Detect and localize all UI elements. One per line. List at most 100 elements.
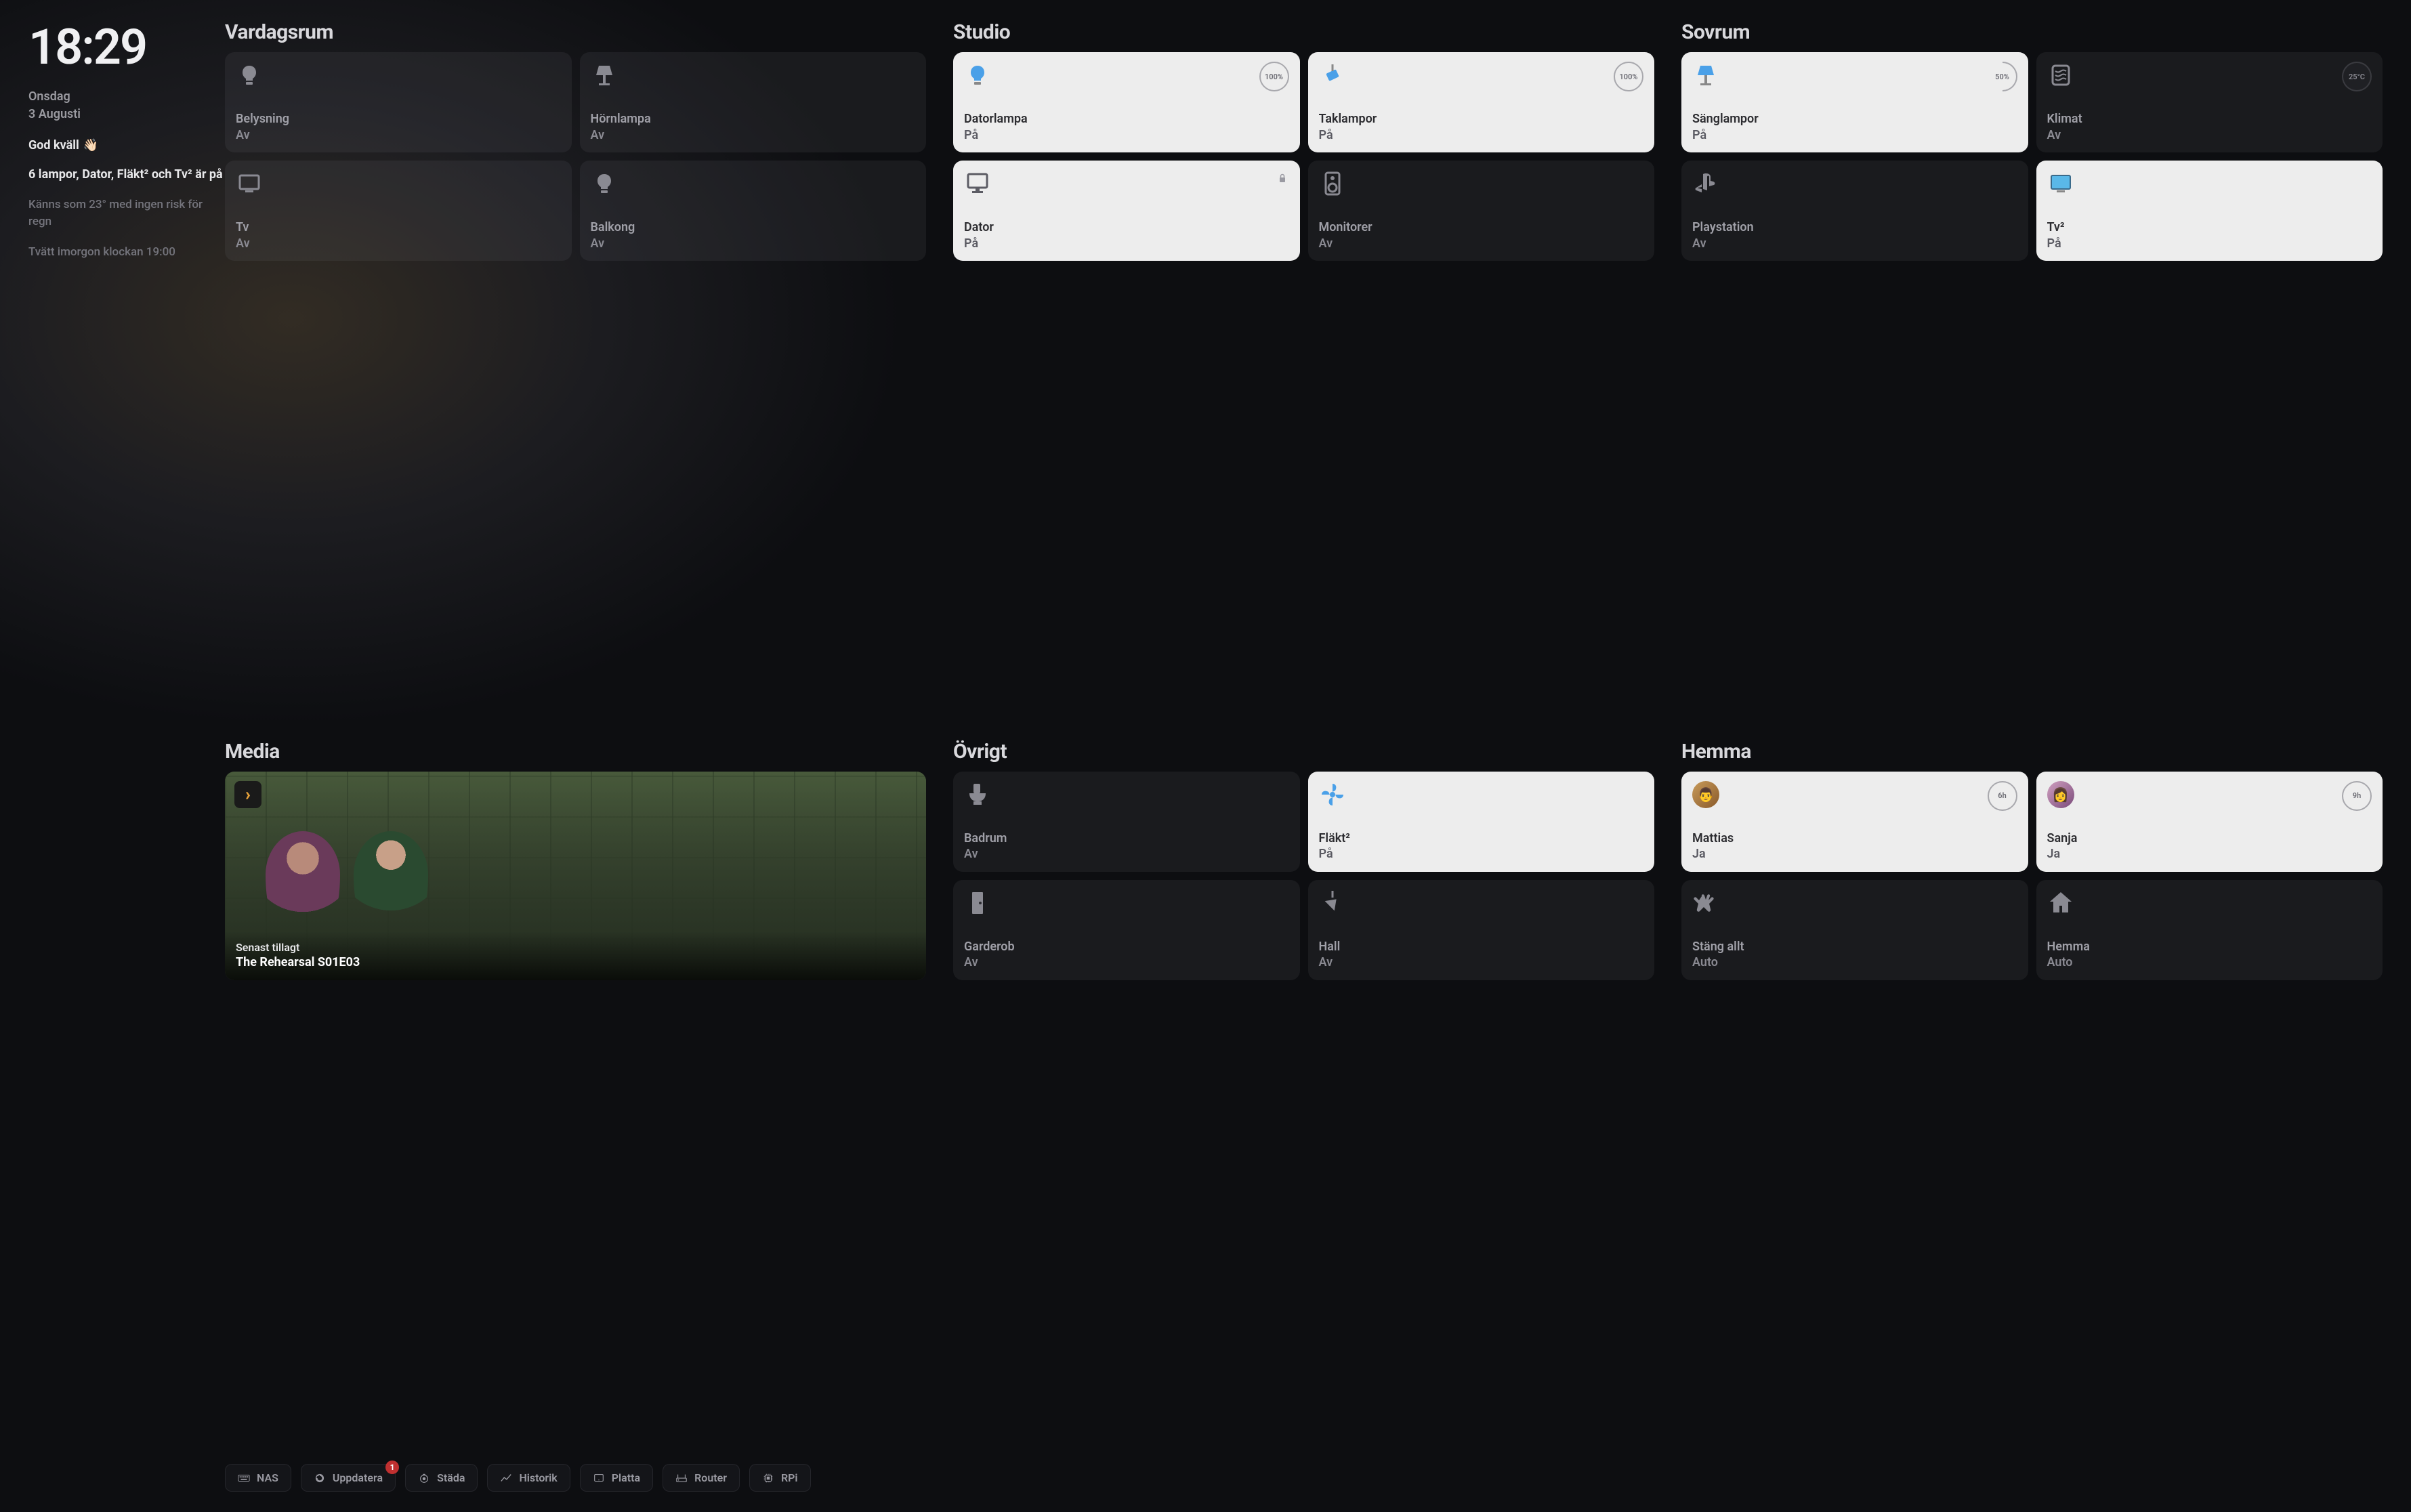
section-title: Sovrum (1681, 20, 2383, 44)
tile-name: Tv² (2047, 219, 2372, 235)
footer-label: Router (694, 1471, 727, 1484)
sidebar: 18:29 Onsdag 3 Augusti God kväll 👋🏻 6 la… (28, 20, 225, 1492)
footer-button-rpi[interactable]: RPi (749, 1464, 811, 1492)
tile-state: På (1319, 127, 1644, 143)
tile-klimat[interactable]: 25°C KlimatAv (2036, 52, 2383, 152)
tile-dator[interactable]: DatorPå (953, 161, 1300, 261)
footer-button-stada[interactable]: Städa (405, 1464, 478, 1492)
tile-state: På (1692, 127, 2017, 143)
tile-hemma-auto[interactable]: HemmaAuto (2036, 880, 2383, 980)
tile-state: Ja (2047, 846, 2372, 862)
footer-button-platta[interactable]: Platta (580, 1464, 653, 1492)
tile-person-sanja[interactable]: 👩 9h SanjaJa (2036, 772, 2383, 872)
spotlight-icon (1319, 62, 1346, 89)
media-card[interactable]: › Senast tillagt The Rehearsal S01E03 (225, 772, 926, 980)
clap-icon (1692, 889, 1719, 917)
footer-button-router[interactable]: Router (663, 1464, 740, 1492)
section-title: Hemma (1681, 740, 2383, 763)
date-day: 3 Augusti (28, 106, 225, 123)
tv-icon (236, 170, 263, 197)
tile-person-mattias[interactable]: 👨 6h MattiasJa (1681, 772, 2028, 872)
reminder: Tvätt imorgon klockan 19:00 (28, 244, 225, 261)
tile-playstation[interactable]: PlaystationAv (1681, 161, 2028, 261)
tile-state: På (964, 127, 1289, 143)
router-icon (675, 1472, 688, 1484)
tile-taklampor[interactable]: 100% TaklamporPå (1308, 52, 1655, 152)
tile-name: Monitorer (1319, 219, 1644, 235)
tile-state: Ja (1692, 846, 2017, 862)
tile-name: Fläkt² (1319, 831, 1644, 846)
tile-state: Auto (1692, 954, 2017, 970)
wave-icon: 👋🏻 (83, 138, 98, 152)
tile-name: Badrum (964, 831, 1289, 846)
tile-belysning[interactable]: BelysningAv (225, 52, 572, 152)
pendant-icon (1319, 889, 1346, 917)
brightness-badge: 100% (1259, 62, 1289, 91)
tile-state: På (964, 236, 1289, 251)
lock-icon (1276, 171, 1289, 185)
section-studio: Studio 100% DatorlampaPå 100% (953, 20, 1654, 726)
tile-name: Hemma (2047, 939, 2372, 954)
date-weekday: Onsdag (28, 88, 225, 106)
tile-name: Playstation (1692, 219, 2017, 235)
footer-button-nas[interactable]: NAS (225, 1464, 291, 1492)
tablet-icon (593, 1472, 605, 1484)
section-media: Media › Senast tillagt The Rehearsal S01… (225, 740, 926, 1446)
footer-label: Historik (519, 1471, 557, 1484)
weather-summary: Känns som 23° med ingen risk för regn (28, 196, 225, 230)
section-vardagsrum: Vardagsrum BelysningAv HörnlampaAv TvAv (225, 20, 926, 726)
lamp-icon (1692, 62, 1719, 89)
tile-grid: 100% DatorlampaPå 100% TaklamporPå (953, 52, 1654, 261)
section-title: Media (225, 740, 926, 763)
toilet-icon (964, 781, 991, 808)
tile-state: Av (964, 846, 1289, 862)
avatar: 👩 (2047, 781, 2074, 808)
tile-garderob[interactable]: GarderobAv (953, 880, 1300, 980)
footer-buttons: NAS Uppdatera 1 Städa Historik Platta (225, 1464, 2383, 1492)
tile-datorlampa[interactable]: 100% DatorlampaPå (953, 52, 1300, 152)
tile-stang-allt[interactable]: Stäng alltAuto (1681, 880, 2028, 980)
tile-monitorer[interactable]: MonitorerAv (1308, 161, 1655, 261)
tile-tv2[interactable]: Tv²På (2036, 161, 2383, 261)
status-summary: 6 lampor, Dator, Fläkt² och Tv² är på (28, 166, 225, 183)
tile-state: Auto (2047, 954, 2372, 970)
tile-badrum[interactable]: BadrumAv (953, 772, 1300, 872)
tile-flakt2[interactable]: Fläkt²På (1308, 772, 1655, 872)
greeting-text: God kväll (28, 138, 79, 152)
playstation-icon (1692, 170, 1719, 197)
sections-grid: Vardagsrum BelysningAv HörnlampaAv TvAv (225, 20, 2383, 1445)
tile-name: Garderob (964, 939, 1289, 954)
footer-button-uppdatera[interactable]: Uppdatera 1 (301, 1464, 396, 1492)
footer-button-historik[interactable]: Historik (487, 1464, 570, 1492)
notification-badge: 1 (385, 1461, 399, 1474)
tile-tv[interactable]: TvAv (225, 161, 572, 261)
tile-name: Datorlampa (964, 111, 1289, 127)
door-icon (964, 889, 991, 917)
tile-state: På (2047, 236, 2372, 251)
fan-icon (1319, 781, 1346, 808)
media-overlay: Senast tillagt The Rehearsal S01E03 (225, 931, 926, 980)
tile-name: Stäng allt (1692, 939, 2017, 954)
section-ovrigt: Övrigt BadrumAv Fläkt²På GarderobAv (953, 740, 1654, 1446)
tile-hall[interactable]: HallAv (1308, 880, 1655, 980)
section-title: Studio (953, 20, 1654, 44)
tile-grid: BadrumAv Fläkt²På GarderobAv HallAv (953, 772, 1654, 980)
tile-state: Av (2047, 127, 2372, 143)
chip-icon (762, 1472, 774, 1484)
climate-icon (2047, 62, 2074, 89)
bulb-icon (236, 62, 263, 89)
keyboard-icon (238, 1472, 250, 1484)
presence-badge: 6h (1988, 781, 2017, 811)
dashboard: 18:29 Onsdag 3 Augusti God kväll 👋🏻 6 la… (0, 0, 2411, 1512)
tile-balkong[interactable]: BalkongAv (580, 161, 927, 261)
brightness-badge: 50% (1988, 62, 2017, 91)
tile-name: Taklampor (1319, 111, 1644, 127)
section-title: Vardagsrum (225, 20, 926, 44)
tile-grid: BelysningAv HörnlampaAv TvAv BalkongAv (225, 52, 926, 261)
greeting: God kväll 👋🏻 (28, 138, 225, 152)
tile-sanglampor[interactable]: 50% SänglamporPå (1681, 52, 2028, 152)
tile-grid: 50% SänglamporPå 25°C KlimatAv Playstat (1681, 52, 2383, 261)
tile-name: Hörnlampa (591, 111, 916, 127)
refresh-icon (314, 1472, 326, 1484)
tile-hornlampa[interactable]: HörnlampaAv (580, 52, 927, 152)
